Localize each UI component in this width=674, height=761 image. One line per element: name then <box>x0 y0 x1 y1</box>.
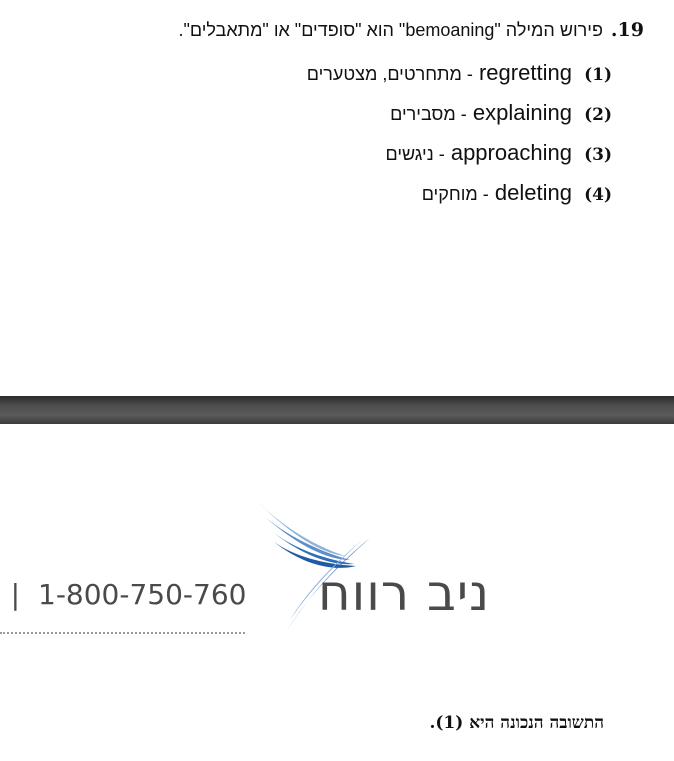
option-number: (2) <box>584 105 612 125</box>
question-block: 19. פירוש המילה "bemoaning" הוא "סופדים" … <box>24 16 644 214</box>
option-english: regretting <box>478 60 572 85</box>
dotted-divider <box>0 632 245 634</box>
option-number: (1) <box>584 65 612 85</box>
phone-number: 1-800-750-760 <box>38 578 247 611</box>
answer-options: (1) regretting - מתחרטים, מצטערים (2) ex… <box>24 54 644 214</box>
option-english: deleting <box>494 180 572 205</box>
option-number: (3) <box>584 145 612 165</box>
question-stem: 19. פירוש המילה "bemoaning" הוא "סופדים" … <box>24 16 644 44</box>
page-header: l | 1-800-750-760 ניב רווח <box>0 424 674 654</box>
question-text: פירוש המילה "bemoaning" הוא "סופדים" או … <box>178 20 603 40</box>
question-number: 19. <box>610 19 644 41</box>
brand-name: ניב רווח <box>318 564 491 622</box>
option-1: (1) regretting - מתחרטים, מצטערים <box>24 54 612 94</box>
correct-answer: התשובה הנכונה היא (1). <box>429 713 604 733</box>
option-hebrew: - מתחרטים, מצטערים <box>306 64 473 84</box>
option-2: (2) explaining - מסבירים <box>24 94 612 134</box>
option-number: (4) <box>584 185 612 205</box>
option-hebrew: - מסבירים <box>390 104 467 124</box>
option-4: (4) deleting - מוחקים <box>24 174 612 214</box>
option-hebrew: - ניגשים <box>385 144 445 164</box>
option-english: approaching <box>450 140 572 165</box>
phone-prefix: l | <box>0 578 21 611</box>
option-3: (3) approaching - ניגשים <box>24 134 612 174</box>
page-divider-bar <box>0 396 674 424</box>
option-hebrew: - מוחקים <box>421 184 489 204</box>
option-english: explaining <box>472 100 572 125</box>
phone-row: l | 1-800-750-760 <box>0 578 246 618</box>
